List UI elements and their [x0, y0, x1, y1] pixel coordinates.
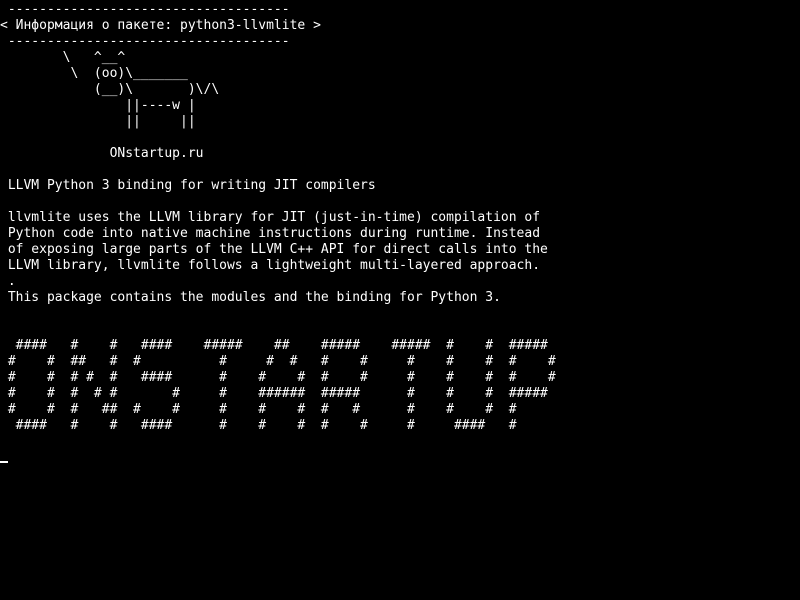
- terminal-screen[interactable]: ------------------------------------ < И…: [0, 0, 800, 600]
- message-border-bottom: ------------------------------------: [0, 34, 290, 49]
- banner-art-line: #### # # #### ##### ## ##### ##### # # #…: [0, 338, 548, 353]
- banner-art-line: # # ## # # # # # # # # # # # #: [0, 354, 556, 369]
- banner-art-line: #### # # #### # # # # # # #### #: [0, 418, 517, 433]
- package-summary: LLVM Python 3 binding for writing JIT co…: [0, 178, 376, 193]
- cow-art-line: || ||: [0, 114, 196, 129]
- banner-art-line: # # # # # # # ###### ##### # # # #####: [0, 386, 548, 401]
- description-line: This package contains the modules and th…: [0, 290, 501, 305]
- cow-art-line: (__)\ )\/\: [0, 82, 220, 97]
- site-credit: ONstartup.ru: [0, 146, 204, 161]
- message-border-top: ------------------------------------: [0, 2, 290, 17]
- banner-art-line: # # # ## # # # # # # # # # # #: [0, 402, 517, 417]
- description-line: of exposing large parts of the LLVM C++ …: [0, 242, 548, 257]
- message-title: < Информация о пакете: python3-llvmlite …: [0, 18, 321, 33]
- description-line: llvmlite uses the LLVM library for JIT (…: [0, 210, 541, 225]
- cow-art-line: ||----w |: [0, 98, 196, 113]
- text-cursor: [0, 461, 8, 463]
- description-line: Python code into native machine instruct…: [0, 226, 541, 241]
- description-separator: .: [0, 274, 16, 289]
- description-line: LLVM library, llvmlite follows a lightwe…: [0, 258, 541, 273]
- cow-art-line: \ ^__^: [0, 50, 126, 65]
- cow-art-line: \ (oo)\_______: [0, 66, 188, 81]
- banner-art-line: # # # # # #### # # # # # # # # # #: [0, 370, 556, 385]
